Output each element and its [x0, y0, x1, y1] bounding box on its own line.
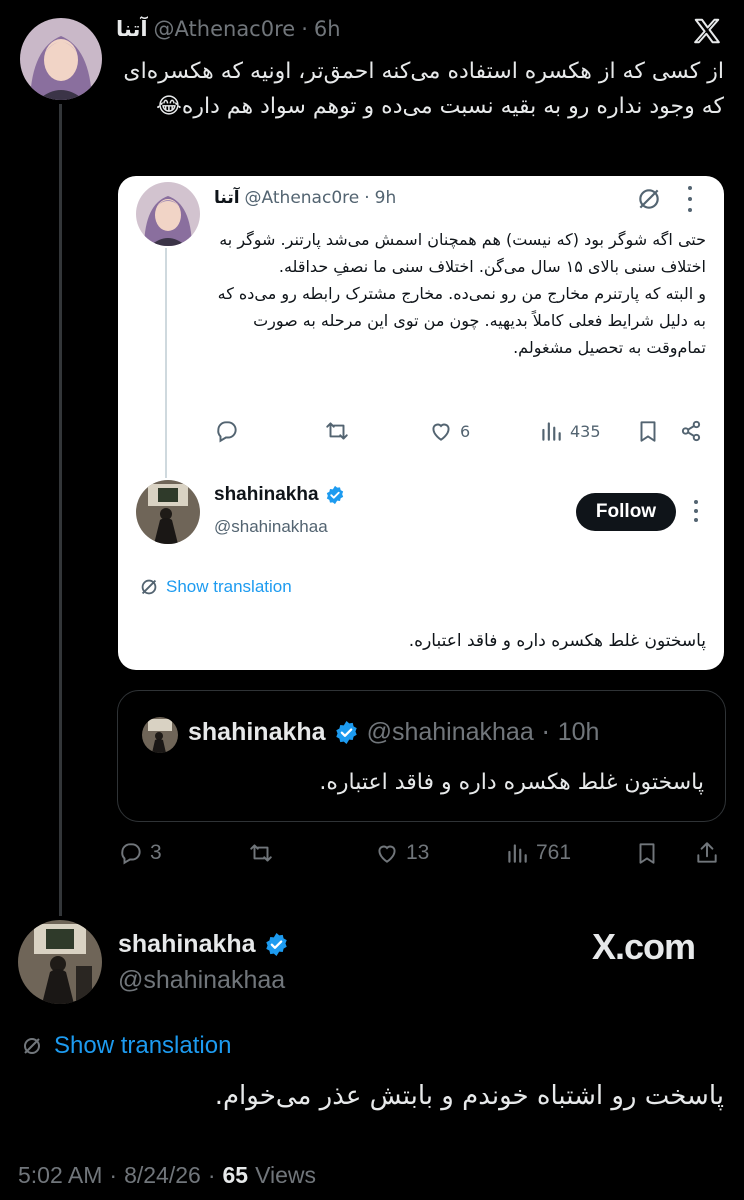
show-translation-link[interactable]: Show translation: [20, 1032, 231, 1060]
tweet-text: از کسی که از هکسره استفاده می‌کنه احمق‌ت…: [123, 59, 724, 119]
views-label: Views: [255, 1162, 317, 1188]
display-name[interactable]: آتنا: [116, 17, 148, 41]
reply-tweet-header: shahinakha: [118, 930, 289, 959]
heart-icon: [432, 423, 450, 441]
verified-badge-icon: [326, 485, 343, 505]
handle[interactable]: @Athenac0re: [154, 17, 296, 41]
bookmark-icon: [640, 421, 656, 442]
bookmark-button[interactable]: [635, 418, 661, 444]
separator: ·: [541, 718, 550, 747]
separator: ·: [109, 1162, 118, 1188]
like-button[interactable]: 6: [428, 418, 470, 444]
bookmark-button[interactable]: [634, 840, 660, 866]
like-button[interactable]: 13: [374, 840, 429, 866]
share-button[interactable]: [678, 418, 704, 444]
verified-badge-icon: [335, 721, 357, 744]
handle[interactable]: @shahinakhaa: [367, 718, 534, 747]
heart-icon: [378, 845, 396, 863]
translate-icon: [141, 579, 157, 595]
quoted-tweet-header: shahinakha @shahinakhaa · 10h: [188, 718, 599, 747]
views-count: 65: [222, 1162, 249, 1188]
separator: ·: [301, 17, 308, 41]
timestamp[interactable]: 9h: [375, 188, 397, 208]
reply-button[interactable]: 3: [118, 840, 162, 866]
repost-button[interactable]: [324, 418, 350, 444]
display-name[interactable]: shahinakha: [118, 930, 256, 959]
views-count: 761: [536, 841, 572, 864]
reply-icon: [217, 421, 237, 443]
tweet-header: آتنا @Athenac0re · 6h: [116, 14, 386, 44]
separator: ·: [207, 1162, 216, 1188]
verified-badge-icon: [265, 933, 287, 956]
quoted-tweet-text: پاسختون غلط هکسره داره و فاقد اعتباره.: [319, 770, 704, 795]
reply-icon: [121, 843, 141, 865]
x-com-watermark: X.com: [592, 926, 696, 967]
thread-line: [59, 104, 62, 916]
bookmark-icon: [639, 843, 655, 864]
show-translation-label: Show translation: [54, 1032, 232, 1059]
repost-icon: [326, 422, 348, 440]
show-translation-label: Show translation: [166, 577, 292, 596]
timestamp[interactable]: 10h: [558, 718, 600, 747]
tweet-meta: 5:02 AM · 8/24/26 · 65 Views: [18, 1162, 316, 1189]
views-icon: [508, 844, 527, 863]
card-thread-line: [165, 248, 167, 478]
display-name[interactable]: آتنا: [214, 188, 240, 208]
share-icon: [681, 420, 701, 442]
avatar-shahinakha-small[interactable]: [136, 480, 200, 544]
views-count: 435: [570, 421, 601, 441]
like-count: 13: [406, 841, 430, 864]
avatar-shahinakha-tiny[interactable]: [142, 717, 178, 753]
quoted-tweet[interactable]: shahinakha @shahinakhaa · 10h پاسختون غل…: [117, 690, 726, 822]
card-reply-text: پاسختون غلط هکسره داره و فاقد اعتباره.: [408, 631, 706, 651]
views-button[interactable]: 761: [504, 840, 571, 866]
screenshot-card: آتنا @Athenac0re · 9h حتی اگه شوگر بود (…: [118, 176, 724, 670]
handle[interactable]: @shahinakhaa: [214, 517, 328, 537]
views-button[interactable]: 435: [538, 418, 601, 444]
tweet-time[interactable]: 5:02 AM: [18, 1162, 102, 1189]
card-reply-header: shahinakha: [214, 484, 345, 506]
display-name[interactable]: shahinakha: [188, 718, 326, 747]
more-icon[interactable]: [692, 500, 700, 522]
repost-button[interactable]: [248, 840, 274, 866]
separator: ·: [364, 188, 370, 208]
reply-tweet-text: پاسخت رو اشتباه خوندم و بابتش عذر می‌خوا…: [214, 1081, 724, 1111]
follow-button[interactable]: Follow: [576, 493, 676, 531]
reply-button[interactable]: [214, 418, 240, 444]
more-icon[interactable]: [686, 186, 694, 212]
repost-icon: [250, 844, 272, 862]
card-tweet-header: آتنا @Athenac0re · 9h: [214, 188, 396, 208]
share-button[interactable]: [694, 840, 720, 866]
x-logo-icon[interactable]: [692, 16, 722, 46]
show-translation-link[interactable]: Show translation: [138, 576, 292, 598]
tweet-date[interactable]: 8/24/26: [124, 1162, 201, 1189]
display-name[interactable]: shahinakha: [214, 484, 319, 506]
avatar-athena-small[interactable]: [136, 182, 200, 246]
share-icon: [697, 842, 717, 863]
grok-icon[interactable]: [636, 186, 662, 212]
like-count: 6: [460, 421, 471, 441]
reply-count: 3: [150, 841, 162, 864]
avatar-athena[interactable]: [20, 18, 102, 100]
avatar-shahinakha[interactable]: [18, 920, 102, 1004]
timestamp[interactable]: 6h: [314, 17, 341, 41]
views-icon: [542, 422, 561, 441]
handle[interactable]: @shahinakhaa: [118, 966, 285, 995]
translate-icon: [24, 1038, 40, 1054]
handle[interactable]: @Athenac0re: [245, 188, 360, 208]
card-tweet-text: حتی اگه شوگر بود (که نیست) هم همچنان اسم…: [217, 230, 706, 357]
